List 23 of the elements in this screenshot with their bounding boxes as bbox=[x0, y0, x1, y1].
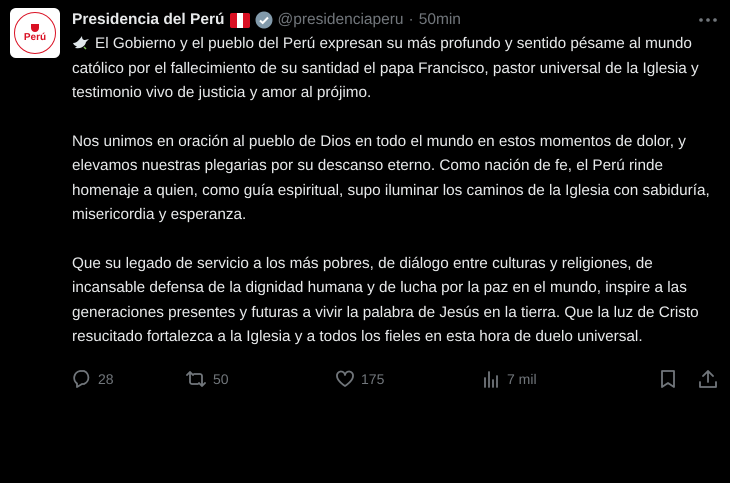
reply-button[interactable]: 28 bbox=[72, 368, 185, 388]
avatar-logo[interactable]: Perú bbox=[10, 8, 60, 58]
dove-icon bbox=[72, 34, 90, 50]
bar-chart-icon bbox=[483, 368, 501, 388]
author-handle[interactable]: @presidenciaperu bbox=[278, 11, 404, 29]
heart-icon bbox=[335, 368, 355, 388]
like-button[interactable]: 175 bbox=[335, 368, 483, 388]
speech-bubble-icon bbox=[72, 368, 92, 388]
more-options-icon[interactable] bbox=[698, 17, 718, 23]
views-button[interactable]: 7 mil bbox=[483, 368, 631, 388]
bookmark-icon[interactable] bbox=[660, 368, 676, 388]
logo-text: Perú bbox=[24, 33, 46, 43]
post-paragraph: Nos unimos en oración al pueblo de Dios en todo el mundo en estos momentos de dolor, y elevamos nuestras plegarias por su descanso eterno. Como nación de fe, el Perú rinde homenaje a quien, como guía espiritual, supo iluminar los caminos de la Iglesia con sabiduría, misericordia y esperanza. bbox=[72, 132, 711, 225]
post-time[interactable]: 50min bbox=[418, 11, 461, 29]
share-icon[interactable] bbox=[698, 368, 718, 388]
repost-button[interactable]: 50 bbox=[185, 368, 335, 388]
coat-of-arms-icon bbox=[29, 23, 41, 33]
author-name[interactable]: Presidencia del Perú bbox=[72, 11, 224, 29]
post-paragraph: Que su legado de servicio a los más pobres, de diálogo entre culturas y religiones, de incansable defensa de la dignidad humana y de lucha por la paz en el mundo, inspire a las generaciones presentes y futuras a vivir la palabra de Jesús en la tierra. Que la luz de Cristo resucitado fortalezca a la Iglesia y a todos los fieles en esta hora de duelo universal. bbox=[72, 254, 700, 347]
flag-icon bbox=[230, 12, 250, 28]
post-paragraph: El Gobierno y el pueblo del Perú expresan su más profundo y sentido pésame al mundo católico por el fallecimiento de su santidad el papa Francisco, pastor universal de la Iglesia y testimonio vivo de justicia y amor al prójimo. bbox=[72, 33, 700, 103]
separator: · bbox=[408, 11, 414, 29]
repost-icon bbox=[185, 368, 207, 388]
